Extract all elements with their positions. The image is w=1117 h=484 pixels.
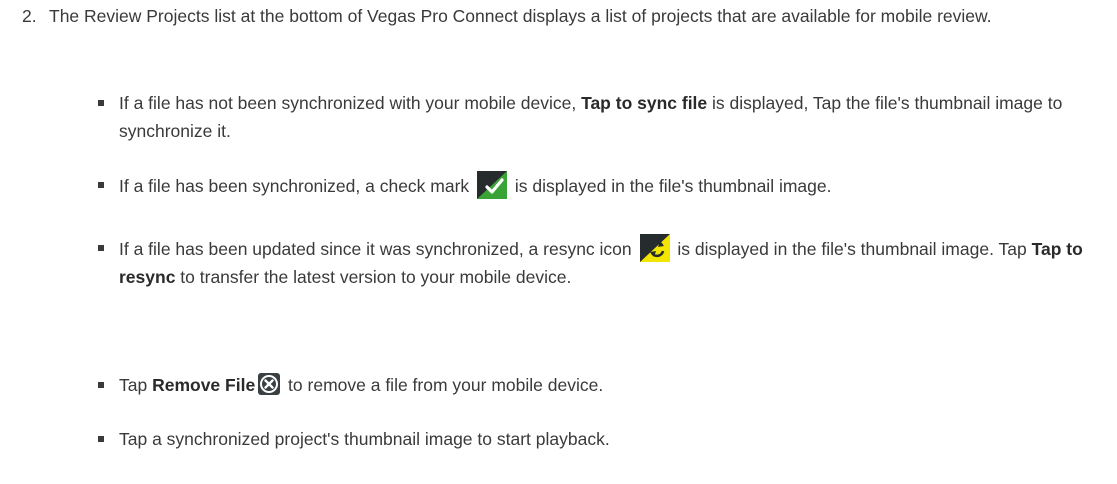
bullet-marker [98,436,104,442]
bullet-text-part: is displayed in the file's thumbnail ima… [510,176,832,196]
bullet-marker [98,182,104,188]
bullet-text: Tap a synchronized project's thumbnail i… [119,429,610,449]
bullet-text-part: to transfer the latest version to your m… [175,267,572,287]
check-mark-icon [477,171,508,199]
bullet-text-part: Tap [119,375,153,395]
bullet-marker [98,100,104,106]
bullet-text: If a file has been updated since it was … [119,234,1104,291]
step-number: 2. [22,6,37,26]
bullet-marker [98,382,104,388]
bullet-text-part: If a file has been updated since it was … [119,239,637,259]
resync-icon [639,234,670,262]
step-2: 2. The Review Projects list at the botto… [22,2,1102,30]
bullet-text-part: to remove a file from your mobile device… [283,375,604,395]
bullet-text-part: is displayed in the file's thumbnail ima… [672,239,1032,259]
bullet-marker [98,245,104,251]
bullet-text-part: If a file has been synchronized, a check… [119,176,475,196]
remove-file-label: Remove File [152,375,256,395]
remove-file-icon [258,373,281,395]
step-text: The Review Projects list at the bottom o… [49,6,992,26]
bullet-text: Tap Remove File to remove a file from yo… [119,371,1104,399]
tap-to-sync-file-label: Tap to sync file [581,93,708,113]
bullet-text-part: If a file has not been synchronized with… [119,93,582,113]
bullet-text: If a file has not been synchronized with… [119,89,1104,145]
bullet-text: If a file has been synchronized, a check… [119,171,1104,200]
